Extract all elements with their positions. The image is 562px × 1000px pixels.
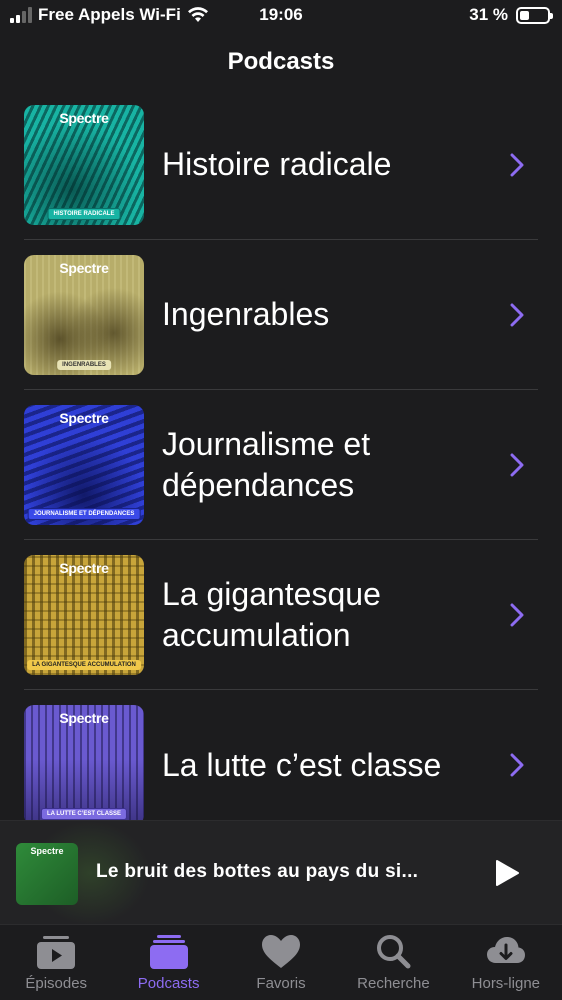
- podcast-title: Histoire radicale: [162, 146, 392, 182]
- podcast-row-la-gigantesque-accumulation[interactable]: Spectre LA GIGANTESQUE ACCUMULATION La g…: [24, 540, 538, 690]
- podcast-title: Journalisme et dépendances: [162, 425, 371, 503]
- podcast-artwork: Spectre INGENRABLES: [24, 254, 144, 375]
- battery-icon: [516, 6, 553, 24]
- podcast-row-ingenrables[interactable]: Spectre INGENRABLES Ingenrables: [24, 240, 538, 390]
- podcast-artwork: Spectre HISTOIRE RADICALE: [24, 104, 144, 225]
- podcast-row-histoire-radicale[interactable]: Spectre HISTOIRE RADICALE Histoire radic…: [24, 90, 538, 240]
- podcast-title: La gigantesque accumulation: [162, 575, 381, 653]
- search-icon: [377, 935, 411, 969]
- wifi-icon: [187, 7, 208, 22]
- tab-recherche[interactable]: Recherche: [337, 925, 449, 1000]
- carrier-label: Free Appels Wi-Fi: [38, 5, 181, 24]
- podcast-title: Ingenrables: [162, 296, 330, 332]
- tab-episodes[interactable]: Épisodes: [0, 925, 112, 1000]
- podcast-title: La lutte c’est classe: [162, 746, 442, 783]
- podcast-artwork: Spectre JOURNALISME ET DÉPENDANCES: [24, 404, 144, 525]
- tab-podcasts[interactable]: Podcasts: [112, 925, 224, 1000]
- download-icon: [486, 937, 525, 963]
- chevron-right-icon: [510, 303, 524, 326]
- chevron-right-icon: [510, 603, 524, 626]
- tab-favoris[interactable]: Favoris: [225, 925, 337, 1000]
- podcast-list: Spectre HISTOIRE RADICALE Histoire radic…: [24, 90, 538, 820]
- mini-player[interactable]: Spectre Le bruit des bottes au pays du s…: [0, 820, 562, 924]
- podcast-artwork: Spectre LA LUTTE C’EST CLASSE: [24, 705, 144, 820]
- play-icon[interactable]: [494, 859, 520, 887]
- podcasts-icon: [149, 935, 188, 969]
- page-title: Podcasts: [227, 48, 335, 75]
- cellular-signal-icon: [10, 7, 32, 23]
- episodes-icon: [37, 936, 76, 969]
- now-playing-artwork: Spectre: [16, 843, 78, 905]
- status-bar: Free Appels Wi-Fi 19:06 31 %: [0, 0, 562, 32]
- heart-icon: [262, 935, 301, 968]
- now-playing-title: Le bruit des bottes au pays du si...: [96, 861, 419, 882]
- battery-percent: 31 %: [469, 5, 508, 24]
- chevron-right-icon: [510, 153, 524, 176]
- tab-bar: Épisodes Podcasts Favoris Recherche Hors…: [0, 924, 562, 1000]
- podcast-row-la-lutte-cest-classe[interactable]: Spectre LA LUTTE C’EST CLASSE La lutte c…: [24, 690, 538, 820]
- podcast-row-journalisme-et-dependances[interactable]: Spectre JOURNALISME ET DÉPENDANCES Journ…: [24, 390, 538, 540]
- chevron-right-icon: [510, 753, 524, 777]
- chevron-right-icon: [510, 453, 524, 476]
- podcast-artwork: Spectre LA GIGANTESQUE ACCUMULATION: [24, 554, 144, 675]
- tab-hors-ligne[interactable]: Hors-ligne: [450, 925, 562, 1000]
